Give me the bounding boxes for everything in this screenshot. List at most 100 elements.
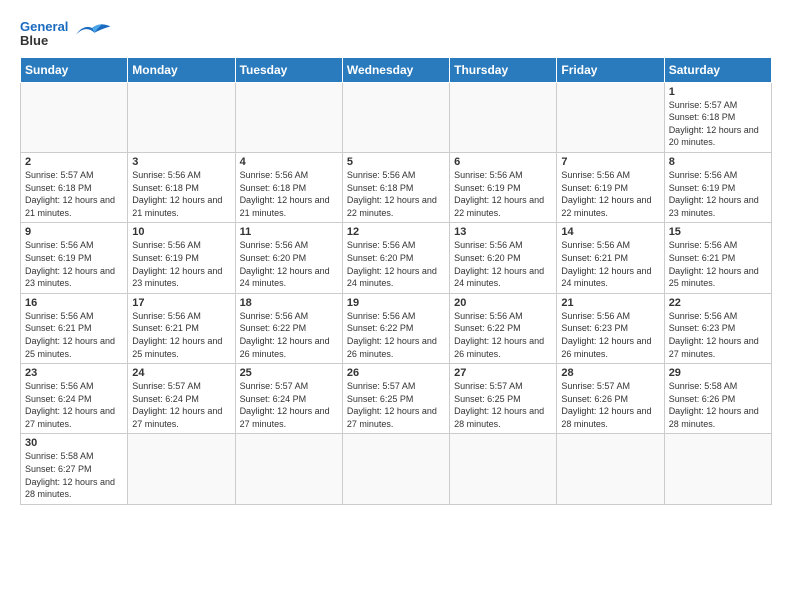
- calendar-week-5: 23Sunrise: 5:56 AM Sunset: 6:24 PM Dayli…: [21, 364, 772, 434]
- day-info: Sunrise: 5:56 AM Sunset: 6:19 PM Dayligh…: [132, 239, 230, 289]
- calendar-cell: 20Sunrise: 5:56 AM Sunset: 6:22 PM Dayli…: [450, 293, 557, 363]
- logo-text: GeneralBlue: [20, 20, 68, 49]
- calendar-cell: 10Sunrise: 5:56 AM Sunset: 6:19 PM Dayli…: [128, 223, 235, 293]
- day-number: 10: [132, 226, 230, 238]
- calendar-week-3: 9Sunrise: 5:56 AM Sunset: 6:19 PM Daylig…: [21, 223, 772, 293]
- title-area: [132, 16, 772, 18]
- calendar-cell: [128, 434, 235, 504]
- day-info: Sunrise: 5:56 AM Sunset: 6:20 PM Dayligh…: [240, 239, 338, 289]
- calendar-cell: 28Sunrise: 5:57 AM Sunset: 6:26 PM Dayli…: [557, 364, 664, 434]
- day-info: Sunrise: 5:57 AM Sunset: 6:25 PM Dayligh…: [347, 380, 445, 430]
- calendar-cell: 13Sunrise: 5:56 AM Sunset: 6:20 PM Dayli…: [450, 223, 557, 293]
- day-info: Sunrise: 5:58 AM Sunset: 6:26 PM Dayligh…: [669, 380, 767, 430]
- day-number: 5: [347, 156, 445, 168]
- calendar-week-2: 2Sunrise: 5:57 AM Sunset: 6:18 PM Daylig…: [21, 152, 772, 222]
- calendar-cell: 5Sunrise: 5:56 AM Sunset: 6:18 PM Daylig…: [342, 152, 449, 222]
- col-header-friday: Friday: [557, 57, 664, 82]
- calendar-cell: [235, 82, 342, 152]
- day-number: 26: [347, 367, 445, 379]
- calendar-cell: 29Sunrise: 5:58 AM Sunset: 6:26 PM Dayli…: [664, 364, 771, 434]
- day-info: Sunrise: 5:56 AM Sunset: 6:23 PM Dayligh…: [669, 310, 767, 360]
- calendar-cell: [128, 82, 235, 152]
- day-number: 4: [240, 156, 338, 168]
- day-number: 29: [669, 367, 767, 379]
- day-info: Sunrise: 5:57 AM Sunset: 6:24 PM Dayligh…: [132, 380, 230, 430]
- day-number: 12: [347, 226, 445, 238]
- day-info: Sunrise: 5:57 AM Sunset: 6:18 PM Dayligh…: [25, 169, 123, 219]
- day-number: 3: [132, 156, 230, 168]
- calendar-cell: 12Sunrise: 5:56 AM Sunset: 6:20 PM Dayli…: [342, 223, 449, 293]
- calendar-cell: 15Sunrise: 5:56 AM Sunset: 6:21 PM Dayli…: [664, 223, 771, 293]
- col-header-monday: Monday: [128, 57, 235, 82]
- day-info: Sunrise: 5:56 AM Sunset: 6:22 PM Dayligh…: [454, 310, 552, 360]
- calendar-week-1: 1Sunrise: 5:57 AM Sunset: 6:18 PM Daylig…: [21, 82, 772, 152]
- calendar-header-row: SundayMondayTuesdayWednesdayThursdayFrid…: [21, 57, 772, 82]
- day-number: 1: [669, 86, 767, 98]
- day-number: 20: [454, 297, 552, 309]
- calendar-cell: 2Sunrise: 5:57 AM Sunset: 6:18 PM Daylig…: [21, 152, 128, 222]
- col-header-wednesday: Wednesday: [342, 57, 449, 82]
- col-header-sunday: Sunday: [21, 57, 128, 82]
- col-header-saturday: Saturday: [664, 57, 771, 82]
- day-info: Sunrise: 5:56 AM Sunset: 6:18 PM Dayligh…: [240, 169, 338, 219]
- calendar-cell: 8Sunrise: 5:56 AM Sunset: 6:19 PM Daylig…: [664, 152, 771, 222]
- day-number: 6: [454, 156, 552, 168]
- calendar-cell: 17Sunrise: 5:56 AM Sunset: 6:21 PM Dayli…: [128, 293, 235, 363]
- day-number: 8: [669, 156, 767, 168]
- day-number: 23: [25, 367, 123, 379]
- calendar-cell: 7Sunrise: 5:56 AM Sunset: 6:19 PM Daylig…: [557, 152, 664, 222]
- calendar-cell: 21Sunrise: 5:56 AM Sunset: 6:23 PM Dayli…: [557, 293, 664, 363]
- header: GeneralBlue: [20, 16, 772, 49]
- calendar-cell: [664, 434, 771, 504]
- day-number: 24: [132, 367, 230, 379]
- calendar-cell: 9Sunrise: 5:56 AM Sunset: 6:19 PM Daylig…: [21, 223, 128, 293]
- day-number: 22: [669, 297, 767, 309]
- day-info: Sunrise: 5:57 AM Sunset: 6:24 PM Dayligh…: [240, 380, 338, 430]
- calendar-week-6: 30Sunrise: 5:58 AM Sunset: 6:27 PM Dayli…: [21, 434, 772, 504]
- day-number: 17: [132, 297, 230, 309]
- calendar-cell: 4Sunrise: 5:56 AM Sunset: 6:18 PM Daylig…: [235, 152, 342, 222]
- day-info: Sunrise: 5:56 AM Sunset: 6:24 PM Dayligh…: [25, 380, 123, 430]
- day-number: 28: [561, 367, 659, 379]
- logo: GeneralBlue: [20, 20, 112, 49]
- day-info: Sunrise: 5:56 AM Sunset: 6:23 PM Dayligh…: [561, 310, 659, 360]
- day-info: Sunrise: 5:56 AM Sunset: 6:19 PM Dayligh…: [454, 169, 552, 219]
- day-info: Sunrise: 5:56 AM Sunset: 6:21 PM Dayligh…: [25, 310, 123, 360]
- calendar-week-4: 16Sunrise: 5:56 AM Sunset: 6:21 PM Dayli…: [21, 293, 772, 363]
- calendar-cell: [21, 82, 128, 152]
- calendar-cell: [342, 434, 449, 504]
- day-info: Sunrise: 5:56 AM Sunset: 6:18 PM Dayligh…: [132, 169, 230, 219]
- day-number: 19: [347, 297, 445, 309]
- day-number: 27: [454, 367, 552, 379]
- day-number: 16: [25, 297, 123, 309]
- day-number: 9: [25, 226, 123, 238]
- day-info: Sunrise: 5:56 AM Sunset: 6:21 PM Dayligh…: [132, 310, 230, 360]
- day-number: 30: [25, 437, 123, 449]
- day-number: 15: [669, 226, 767, 238]
- calendar-cell: 24Sunrise: 5:57 AM Sunset: 6:24 PM Dayli…: [128, 364, 235, 434]
- day-number: 7: [561, 156, 659, 168]
- day-number: 13: [454, 226, 552, 238]
- day-number: 18: [240, 297, 338, 309]
- calendar-cell: 18Sunrise: 5:56 AM Sunset: 6:22 PM Dayli…: [235, 293, 342, 363]
- day-info: Sunrise: 5:56 AM Sunset: 6:19 PM Dayligh…: [669, 169, 767, 219]
- calendar-cell: [342, 82, 449, 152]
- calendar-cell: 3Sunrise: 5:56 AM Sunset: 6:18 PM Daylig…: [128, 152, 235, 222]
- calendar-cell: [450, 82, 557, 152]
- day-number: 25: [240, 367, 338, 379]
- col-header-tuesday: Tuesday: [235, 57, 342, 82]
- calendar-cell: [450, 434, 557, 504]
- day-info: Sunrise: 5:56 AM Sunset: 6:19 PM Dayligh…: [25, 239, 123, 289]
- calendar-cell: 6Sunrise: 5:56 AM Sunset: 6:19 PM Daylig…: [450, 152, 557, 222]
- day-info: Sunrise: 5:56 AM Sunset: 6:19 PM Dayligh…: [561, 169, 659, 219]
- calendar-cell: 23Sunrise: 5:56 AM Sunset: 6:24 PM Dayli…: [21, 364, 128, 434]
- calendar-cell: 27Sunrise: 5:57 AM Sunset: 6:25 PM Dayli…: [450, 364, 557, 434]
- calendar-cell: 1Sunrise: 5:57 AM Sunset: 6:18 PM Daylig…: [664, 82, 771, 152]
- day-info: Sunrise: 5:56 AM Sunset: 6:22 PM Dayligh…: [240, 310, 338, 360]
- calendar-cell: 26Sunrise: 5:57 AM Sunset: 6:25 PM Dayli…: [342, 364, 449, 434]
- day-number: 14: [561, 226, 659, 238]
- calendar-cell: 22Sunrise: 5:56 AM Sunset: 6:23 PM Dayli…: [664, 293, 771, 363]
- calendar-cell: 14Sunrise: 5:56 AM Sunset: 6:21 PM Dayli…: [557, 223, 664, 293]
- logo-bird-icon: [72, 20, 112, 40]
- day-info: Sunrise: 5:57 AM Sunset: 6:25 PM Dayligh…: [454, 380, 552, 430]
